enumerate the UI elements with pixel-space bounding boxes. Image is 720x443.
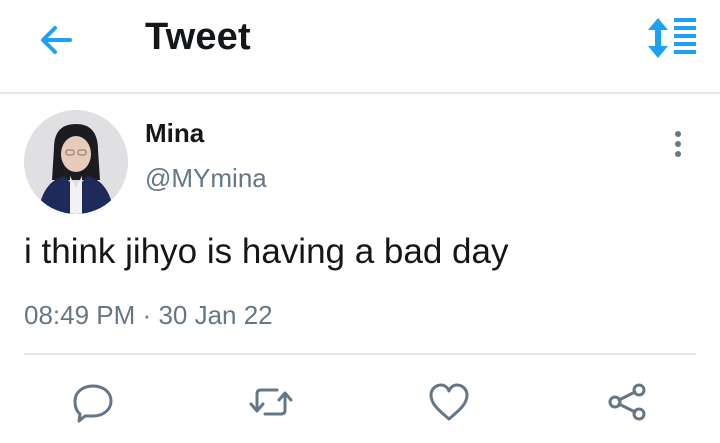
more-vertical-icon <box>675 131 681 157</box>
share-button[interactable] <box>605 380 649 424</box>
retweet-button[interactable] <box>249 380 293 424</box>
sort-order-icon <box>648 18 696 58</box>
top-app-bar: Tweet <box>0 0 720 94</box>
like-icon <box>429 383 469 421</box>
reply-button[interactable] <box>71 380 115 424</box>
tweet-text: i think jihyo is having a bad day <box>24 232 509 271</box>
like-button[interactable] <box>427 380 471 424</box>
reply-icon <box>73 384 113 423</box>
sort-button[interactable] <box>646 16 698 60</box>
divider <box>24 353 696 355</box>
tweet-time: 08:49 PM <box>24 300 136 330</box>
author-handle[interactable]: @MYmina <box>145 163 267 194</box>
meta-separator: · <box>142 300 152 330</box>
back-button[interactable] <box>36 20 76 60</box>
tweet-timestamp: 08:49 PM · 30 Jan 22 <box>24 300 273 331</box>
arrow-left-icon <box>41 26 72 54</box>
page-title: Tweet <box>145 16 251 58</box>
more-options-button[interactable] <box>660 126 696 162</box>
tweet-date: 30 Jan 22 <box>158 300 273 330</box>
share-icon <box>608 383 646 421</box>
author-name[interactable]: Mina <box>145 118 204 149</box>
retweet-icon <box>249 388 293 416</box>
profile-photo <box>24 110 128 214</box>
avatar[interactable] <box>24 110 128 214</box>
